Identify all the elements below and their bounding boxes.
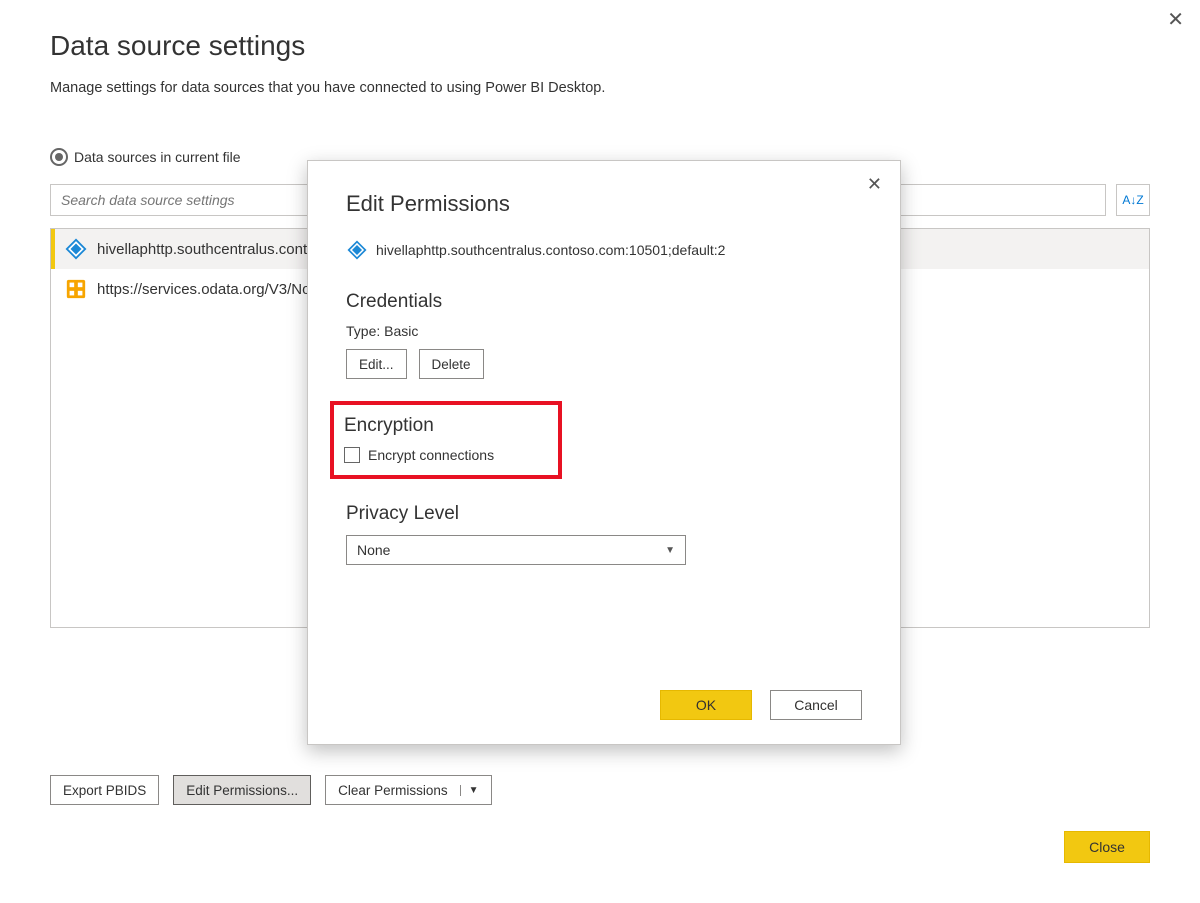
- close-button[interactable]: Close: [1064, 831, 1150, 863]
- cancel-button[interactable]: Cancel: [770, 690, 862, 720]
- checkbox-icon: [344, 447, 360, 463]
- page-title: Data source settings: [50, 30, 1150, 62]
- hive-source-icon: [65, 238, 87, 260]
- encryption-header: Encryption: [344, 415, 546, 437]
- privacy-level-select[interactable]: None ▼: [346, 535, 686, 565]
- dialog-title: Edit Permissions: [346, 191, 862, 217]
- radio-label: Data sources in current file: [74, 149, 241, 165]
- sort-button[interactable]: A↓Z: [1116, 184, 1150, 216]
- clear-permissions-button[interactable]: Clear Permissions ▼: [325, 775, 491, 805]
- chevron-down-icon: ▼: [665, 545, 675, 556]
- credentials-type: Type: Basic: [346, 323, 862, 339]
- edit-permissions-button[interactable]: Edit Permissions...: [173, 775, 311, 805]
- dialog-source-label: hivellaphttp.southcentralus.contoso.com:…: [376, 242, 725, 258]
- encrypt-connections-label: Encrypt connections: [368, 447, 494, 463]
- encrypt-connections-checkbox[interactable]: Encrypt connections: [344, 447, 546, 463]
- radio-icon: [50, 148, 68, 166]
- odata-source-icon: [65, 278, 87, 300]
- ok-button[interactable]: OK: [660, 690, 752, 720]
- chevron-down-icon[interactable]: ▼: [460, 785, 479, 796]
- edit-credentials-button[interactable]: Edit...: [346, 349, 407, 379]
- export-pbids-button[interactable]: Export PBIDS: [50, 775, 159, 805]
- page-subtitle: Manage settings for data sources that yo…: [50, 80, 1150, 96]
- credentials-header: Credentials: [346, 291, 862, 313]
- dialog-source-row: hivellaphttp.southcentralus.contoso.com:…: [346, 239, 862, 261]
- bottom-button-row: Export PBIDS Edit Permissions... Clear P…: [50, 775, 492, 805]
- encryption-section-highlighted: Encryption Encrypt connections: [330, 401, 562, 479]
- edit-permissions-dialog: ✕ Edit Permissions hivellaphttp.southcen…: [307, 160, 901, 745]
- privacy-level-header: Privacy Level: [346, 503, 862, 525]
- hive-source-icon: [346, 239, 368, 261]
- close-icon[interactable]: ✕: [1167, 10, 1184, 30]
- sort-az-icon: A↓Z: [1122, 193, 1143, 207]
- privacy-level-value: None: [357, 542, 390, 558]
- delete-credentials-button[interactable]: Delete: [419, 349, 484, 379]
- close-icon[interactable]: ✕: [867, 175, 882, 193]
